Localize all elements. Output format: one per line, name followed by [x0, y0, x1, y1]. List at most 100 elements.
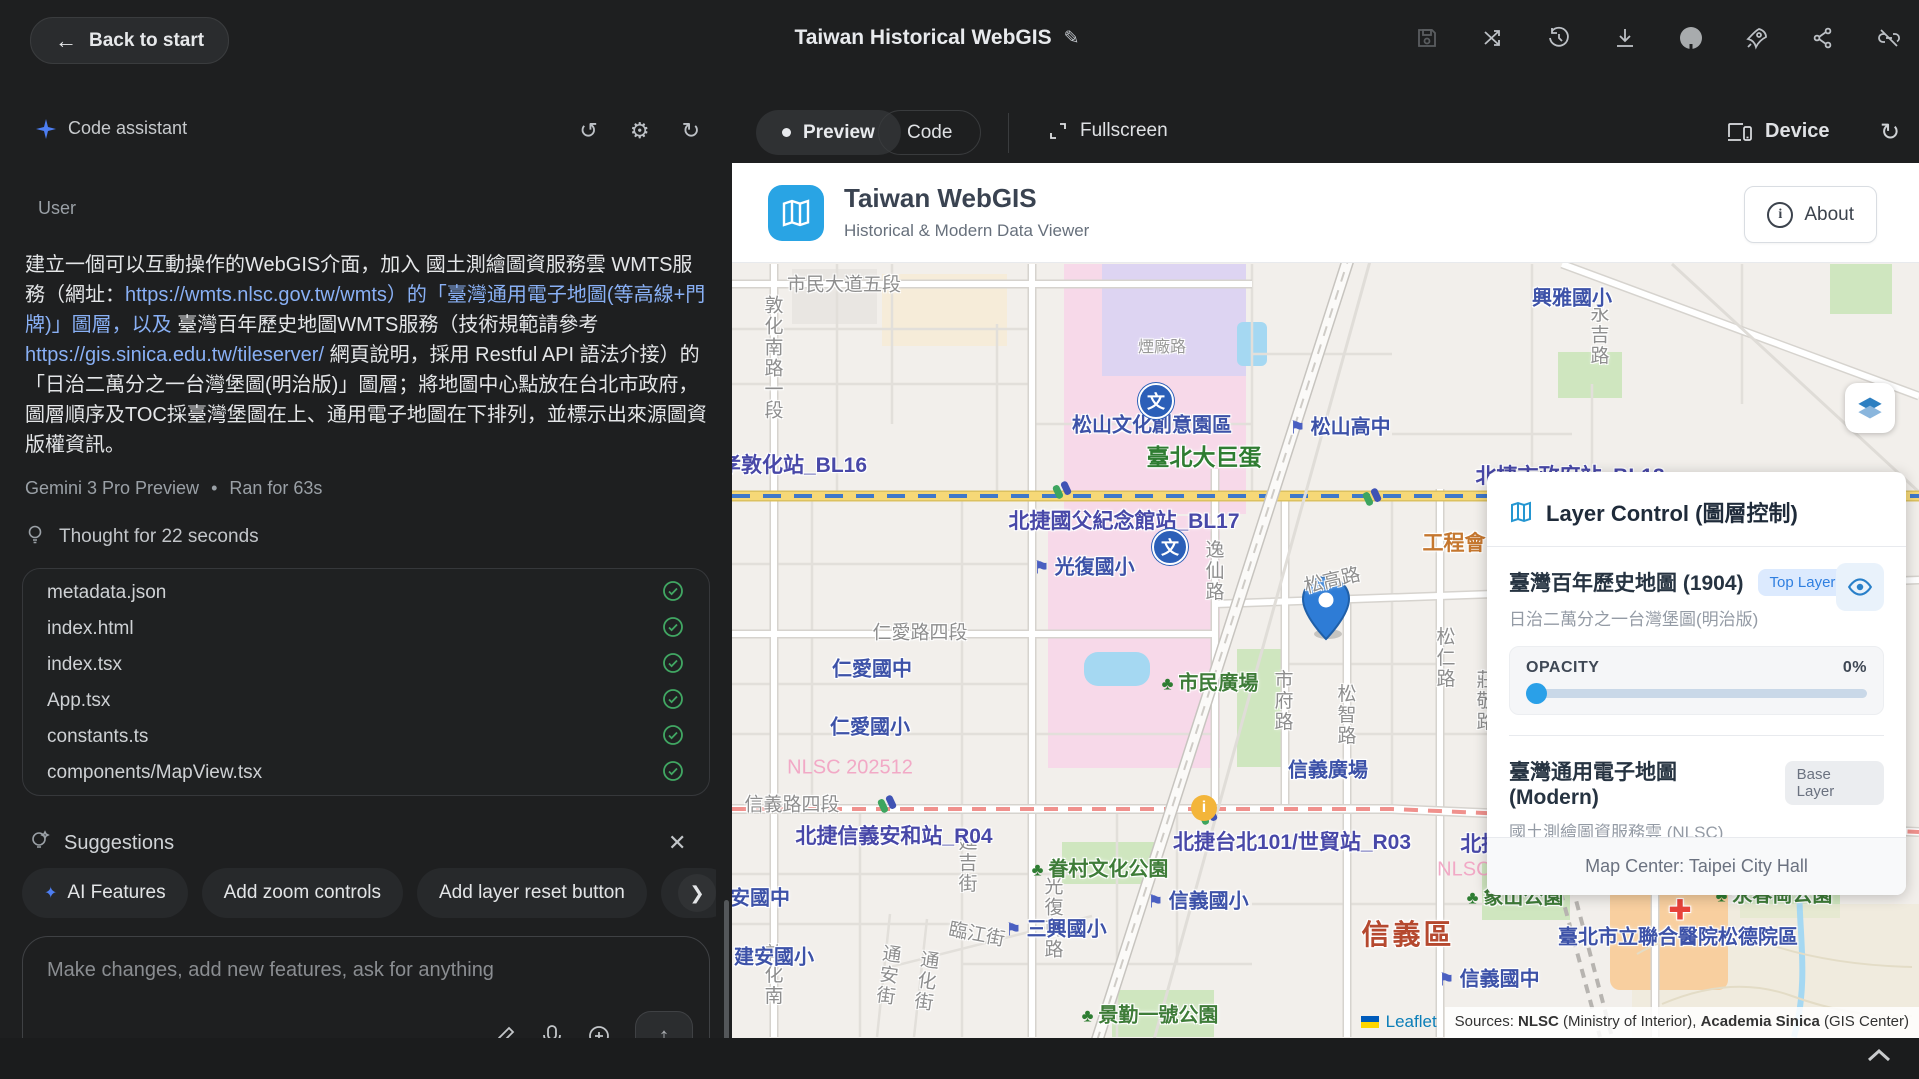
check-circle-icon: [661, 651, 685, 680]
file-name: index.html: [47, 618, 134, 639]
leaflet-map[interactable]: 市民大道五段煙廠路敦化南路一段延吉街光復南路逸仙路市府路松智路松仁路松德路莊敬路…: [732, 263, 1919, 1038]
map-label: ⚑ 松山高中: [1289, 416, 1391, 439]
device-icon: [1728, 122, 1752, 141]
collapse-chevron-icon[interactable]: [1866, 1047, 1892, 1068]
github-icon[interactable]: [1677, 24, 1705, 52]
layer-name: 臺灣通用電子地圖 (Modern): [1509, 761, 1677, 809]
map-label: 臨江街: [946, 919, 1007, 951]
attribution-text: (GIS Center): [1819, 1013, 1909, 1030]
map-label: 松智路: [1334, 683, 1356, 747]
about-button[interactable]: i About: [1744, 186, 1877, 243]
file-row[interactable]: index.html: [23, 611, 709, 647]
reload-preview-icon[interactable]: ↻: [1880, 118, 1900, 147]
back-arrow-icon: ←: [55, 27, 77, 53]
map-label: NLSC 202512: [787, 756, 913, 779]
file-row[interactable]: constants.ts: [23, 719, 709, 755]
map-label: 建安國小: [734, 946, 814, 969]
toggle-visibility-button[interactable]: [1836, 563, 1884, 611]
settings-gear-icon[interactable]: ⚙: [630, 118, 650, 144]
message-link[interactable]: https://gis.sinica.edu.tw/tileserver/: [25, 344, 324, 366]
flag-icon: ⚑: [1005, 919, 1022, 940]
map-label: 工程會: [1422, 532, 1486, 555]
map-label: 逸仙路: [1202, 539, 1224, 603]
chip-ai-features[interactable]: ✦ AI Features: [22, 868, 188, 918]
webgis-logo: [768, 185, 824, 241]
attribution-source: NLSC: [1518, 1013, 1559, 1030]
back-button-label: Back to start: [89, 29, 205, 51]
back-to-start-button[interactable]: ← Back to start: [30, 17, 230, 64]
chips-scroll-right-button[interactable]: ❯: [678, 874, 716, 912]
opacity-slider-thumb[interactable]: [1526, 683, 1547, 704]
flag-icon: ⚑: [1438, 969, 1455, 990]
check-circle-icon: [661, 579, 685, 608]
map-label: 北捷忠孝敦化站_BL16: [732, 454, 868, 477]
file-row[interactable]: App.tsx: [23, 683, 709, 719]
file-name: App.tsx: [47, 690, 111, 711]
file-row[interactable]: components/MapView.tsx: [23, 755, 709, 791]
save-icon[interactable]: [1413, 24, 1441, 52]
check-circle-icon: [661, 759, 685, 788]
file-row[interactable]: metadata.json: [23, 575, 709, 611]
flag-icon: ⚑: [1147, 891, 1164, 912]
chip-label: AI Features: [67, 882, 166, 903]
chip-add-layer-reset[interactable]: Add layer reset button: [416, 868, 647, 918]
file-name: index.tsx: [47, 654, 122, 675]
map-label: ✚: [1668, 894, 1692, 926]
fullscreen-icon: [1050, 123, 1066, 139]
leaflet-label: Leaflet: [1385, 1012, 1437, 1031]
file-row[interactable]: index.tsx: [23, 647, 709, 683]
flag-icon: ⚑: [1033, 557, 1050, 578]
history-icon[interactable]: [1545, 24, 1573, 52]
generated-files-card: metadata.json index.html index.tsx App.t…: [22, 568, 710, 796]
fullscreen-button[interactable]: Fullscreen: [1048, 120, 1168, 142]
map-label: 松仁路: [1433, 626, 1455, 690]
map-label: 敦化南路一段: [761, 295, 783, 421]
device-label: Device: [1765, 120, 1830, 142]
map-label: 北捷國父紀念館站_BL17: [1008, 510, 1240, 533]
map-label: 通化街: [910, 948, 940, 1014]
refresh-icon[interactable]: ↻: [682, 118, 700, 144]
tree-icon: ♣: [1466, 887, 1479, 908]
map-label: 仁愛國小: [830, 716, 910, 739]
tab-preview-label: Preview: [803, 121, 875, 143]
layer-description: 日治二萬分之一台灣堡圖(明治版): [1509, 610, 1759, 629]
user-message: 建立一個可以互動操作的WebGIS介面，加入 國土測繪圖資服務雲 WMTS服務（…: [25, 250, 709, 460]
layers-control-button[interactable]: [1845, 383, 1895, 433]
opacity-slider[interactable]: [1526, 683, 1867, 704]
chip-label: Add zoom controls: [223, 882, 381, 903]
fork-icon[interactable]: [1479, 24, 1507, 52]
map-label: ♣ 眷村文化公園: [1031, 858, 1169, 881]
map-label: 安國中: [732, 887, 790, 910]
chip-add-zoom-controls[interactable]: Add zoom controls: [201, 868, 403, 918]
chat-input[interactable]: [23, 937, 709, 1007]
project-title-text: Taiwan Historical WebGIS: [794, 26, 1052, 49]
deploy-rocket-icon[interactable]: [1743, 24, 1771, 52]
download-icon[interactable]: [1611, 24, 1639, 52]
about-label: About: [1804, 203, 1854, 225]
map-label: 通安街: [872, 942, 902, 1008]
lightbulb-icon: [25, 524, 45, 550]
model-run-info: Gemini 3 Pro Preview • Ran for 63s: [25, 478, 322, 499]
topbar-actions: [1413, 24, 1903, 52]
share-icon[interactable]: [1809, 24, 1837, 52]
leaflet-credit[interactable]: Leaflet: [1360, 1012, 1437, 1032]
map-label: 煙廠路: [1137, 339, 1187, 356]
thought-summary-label: Thought for 22 seconds: [59, 526, 259, 547]
webgis-title: Taiwan WebGIS: [844, 183, 1037, 213]
chip-label: Add layer reset button: [438, 882, 625, 903]
close-suggestions-icon[interactable]: ✕: [668, 830, 686, 856]
active-dot-icon: [782, 128, 791, 137]
project-title: Taiwan Historical WebGIS ✎: [794, 26, 1079, 50]
file-name: components/MapView.tsx: [47, 762, 263, 783]
opacity-label: OPACITY: [1526, 659, 1600, 676]
device-button[interactable]: Device: [1727, 120, 1830, 143]
attribution-source: Academia Sinica: [1700, 1013, 1820, 1030]
map-icon: [782, 199, 810, 227]
top-bar: ← Back to start Taiwan Historical WebGIS…: [0, 0, 1919, 79]
thought-summary-row[interactable]: Thought for 22 seconds: [25, 524, 259, 550]
tab-code[interactable]: Code: [878, 110, 982, 155]
edit-title-icon[interactable]: ✎: [1064, 27, 1080, 50]
link-off-icon[interactable]: [1875, 24, 1903, 52]
chat-history-icon[interactable]: ↺: [579, 118, 597, 144]
layer-control-panel: Layer Control (圖層控制) 臺灣百年歷史地圖 (1904) Top…: [1487, 472, 1906, 895]
